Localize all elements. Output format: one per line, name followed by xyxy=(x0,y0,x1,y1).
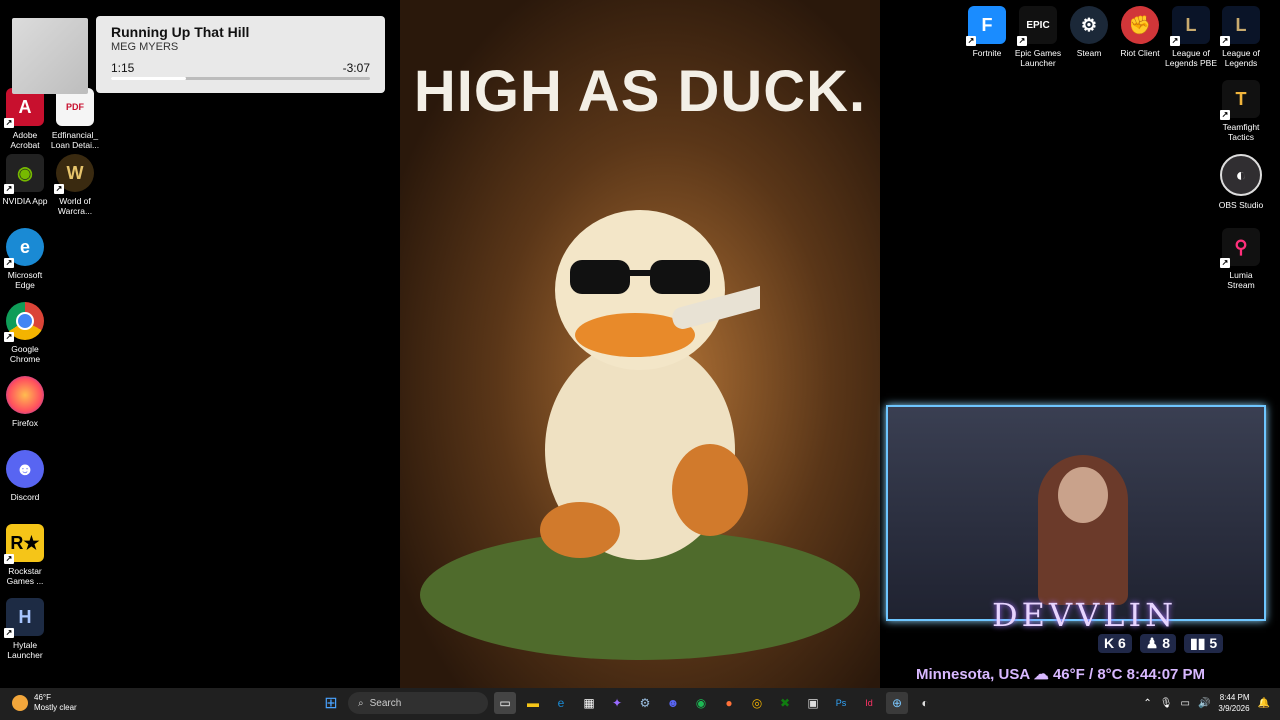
track-title: Running Up That Hill xyxy=(111,24,250,40)
desktop-icon-riot[interactable]: ✊ Riot Client xyxy=(1115,6,1165,58)
weather-widget[interactable]: 46°F Mostly clear xyxy=(12,693,77,713)
track-remaining-time: -3:07 xyxy=(342,61,370,75)
clock-date: 3/9/2026 xyxy=(1218,704,1250,713)
overlay-stats: K 6 ♟ 8 ▮▮ 5 xyxy=(1098,634,1224,653)
desktop-icon-acrobat[interactable]: A ↗ Adobe Acrobat xyxy=(0,88,50,150)
overlay-weather-icon: ☁ xyxy=(1033,666,1053,683)
overlay-location: Minnesota, USA xyxy=(916,666,1030,683)
rockstar-icon: R★ ↗ xyxy=(4,524,44,564)
copilot-icon[interactable]: ✦ xyxy=(606,692,628,714)
desktop-icon-tft[interactable]: T ↗ Teamfight Tactics xyxy=(1216,80,1266,142)
desktop: A ↗ Adobe Acrobat PDF Edfinancial_ Loan D… xyxy=(0,0,1280,688)
media-flyout[interactable]: Running Up That Hill MEG MYERS 1:15 -3:0… xyxy=(96,16,385,93)
xbox-icon[interactable]: ✖ xyxy=(774,692,796,714)
active-app-icon[interactable]: ⊕ xyxy=(886,692,908,714)
webcam-frame xyxy=(886,405,1266,621)
file-explorer-icon[interactable]: ▬ xyxy=(522,692,544,714)
desktop-icon-wow[interactable]: W ↗ World of Warcra... xyxy=(50,154,100,216)
network-icon[interactable]: ▭ xyxy=(1181,698,1190,709)
firefox-taskbar-icon[interactable]: ● xyxy=(718,692,740,714)
desktop-icon-discord[interactable]: ☻ Discord xyxy=(0,450,50,502)
track-current-time: 1:15 xyxy=(111,61,135,75)
nvidia-icon: ◉ ↗ xyxy=(4,154,44,194)
wallpaper-poster: HIGH AS DUCK. xyxy=(400,0,880,688)
duck-illustration xyxy=(540,210,760,560)
desktop-icon-lumia[interactable]: ⚲ ↗ Lumia Stream xyxy=(1216,228,1266,290)
wow-icon: W ↗ xyxy=(54,154,94,194)
chevron-up-icon[interactable]: ⌃ xyxy=(1143,698,1151,709)
edge-icon: e ↗ xyxy=(4,228,44,268)
desktop-icon-rockstar[interactable]: R★ ↗ Rockstar Games ... xyxy=(0,524,50,586)
start-icon[interactable]: ⊞ xyxy=(320,692,342,714)
album-art xyxy=(12,18,88,94)
stat-viewers: ▮▮ 5 xyxy=(1184,634,1224,653)
poster-headline: HIGH AS DUCK. xyxy=(413,59,867,124)
fortnite-icon: F ↗ xyxy=(966,6,1006,46)
taskbar-search[interactable]: ⌕ Search xyxy=(348,692,488,714)
stat-followers: ♟ 8 xyxy=(1139,634,1177,653)
volume-icon[interactable]: 🔊 xyxy=(1198,698,1210,709)
steam-icon: ⚙ xyxy=(1070,6,1108,44)
discord-icon: ☻ xyxy=(6,450,44,488)
discord-taskbar-icon[interactable]: ☻ xyxy=(662,692,684,714)
league-pbe-icon: L ↗ xyxy=(1170,6,1210,46)
streamer-face xyxy=(1058,467,1108,523)
desktop-icon-obs[interactable]: ◐ OBS Studio xyxy=(1216,154,1266,210)
lumia-icon: ⚲ ↗ xyxy=(1220,228,1260,268)
indesign-icon[interactable]: Id xyxy=(858,692,880,714)
weather-icon xyxy=(12,695,28,711)
riot-icon: ✊ xyxy=(1121,6,1159,44)
streamer-brand: DEVVLIN xyxy=(992,596,1178,634)
track-progress-fill xyxy=(111,77,187,80)
desktop-icon-edge[interactable]: e ↗ Microsoft Edge xyxy=(0,228,50,290)
search-placeholder: Search xyxy=(369,697,402,709)
taskbar-center: ⊞ ⌕ Search ▭ ▬ e ▦ ✦ ⚙ ☻ ◉ ● ◎ ✖ ▣ Ps Id… xyxy=(320,692,936,714)
epic-icon: EPIC ↗ xyxy=(1017,6,1057,46)
mic-icon[interactable]: 🎙 xyxy=(1160,698,1173,709)
overlay-time: 8:44:07 PM xyxy=(1126,666,1206,683)
stat-kills: K 6 xyxy=(1098,634,1132,653)
desktop-icon-nvidia[interactable]: ◉ ↗ NVIDIA App xyxy=(0,154,50,206)
steam-taskbar-icon[interactable]: ⚙ xyxy=(634,692,656,714)
weather-condition: Mostly clear xyxy=(34,703,77,712)
search-icon: ⌕ xyxy=(358,697,364,709)
desktop-icon-steam[interactable]: ⚙ Steam xyxy=(1064,6,1114,58)
chrome-taskbar-icon[interactable]: ◎ xyxy=(746,692,768,714)
app-icon-8[interactable]: ▣ xyxy=(802,692,824,714)
overlay-location-line: Minnesota, USA ☁ 46°F / 8°C 8:44:07 PM xyxy=(916,665,1205,683)
track-progress-bar[interactable] xyxy=(111,77,370,80)
hytale-icon: H ↗ xyxy=(4,598,44,638)
spotify-icon[interactable]: ◉ xyxy=(690,692,712,714)
overlay-weather: 46°F / 8°C xyxy=(1052,666,1123,683)
clock[interactable]: 8:44 PM 3/9/2026 xyxy=(1218,692,1249,714)
desktop-icon-hytale[interactable]: H ↗ Hytale Launcher xyxy=(0,598,50,660)
chrome-icon: ↗ xyxy=(4,302,44,342)
league-icon: L ↗ xyxy=(1220,6,1260,46)
taskbar: 46°F Mostly clear ⊞ ⌕ Search ▭ ▬ e ▦ ✦ ⚙… xyxy=(0,688,1280,720)
weather-temp: 46°F xyxy=(34,693,51,702)
system-tray: ⌃ 🎙 ▭ 🔊 8:44 PM 3/9/2026 🔔 xyxy=(1143,692,1270,714)
photoshop-icon[interactable]: Ps xyxy=(830,692,852,714)
desktop-icon-firefox[interactable]: Firefox xyxy=(0,376,50,428)
track-artist: MEG MYERS xyxy=(111,41,179,53)
desktop-icon-epic[interactable]: EPIC ↗ Epic Games Launcher xyxy=(1013,6,1063,68)
edge-taskbar-icon[interactable]: e xyxy=(550,692,572,714)
notification-bell-icon[interactable]: 🔔 xyxy=(1258,698,1270,709)
obs-icon: ◐ xyxy=(1220,154,1262,196)
desktop-icon-chrome[interactable]: ↗ Google Chrome xyxy=(0,302,50,364)
task-view-icon[interactable]: ▭ xyxy=(494,692,516,714)
desktop-icon-league[interactable]: L ↗ League of Legends xyxy=(1216,6,1266,68)
desktop-icon-fortnite[interactable]: F ↗ Fortnite xyxy=(962,6,1012,58)
desktop-icon-league-pbe[interactable]: L ↗ League of Legends PBE xyxy=(1165,6,1217,68)
clock-time: 8:44 PM xyxy=(1219,693,1250,702)
desktop-icon-loan-pdf[interactable]: PDF Edfinancial_ Loan Detai... xyxy=(50,88,100,150)
tft-icon: T ↗ xyxy=(1220,80,1260,120)
firefox-icon xyxy=(6,376,44,414)
store-icon[interactable]: ▦ xyxy=(578,692,600,714)
obs-taskbar-icon[interactable]: ◐ xyxy=(914,692,936,714)
